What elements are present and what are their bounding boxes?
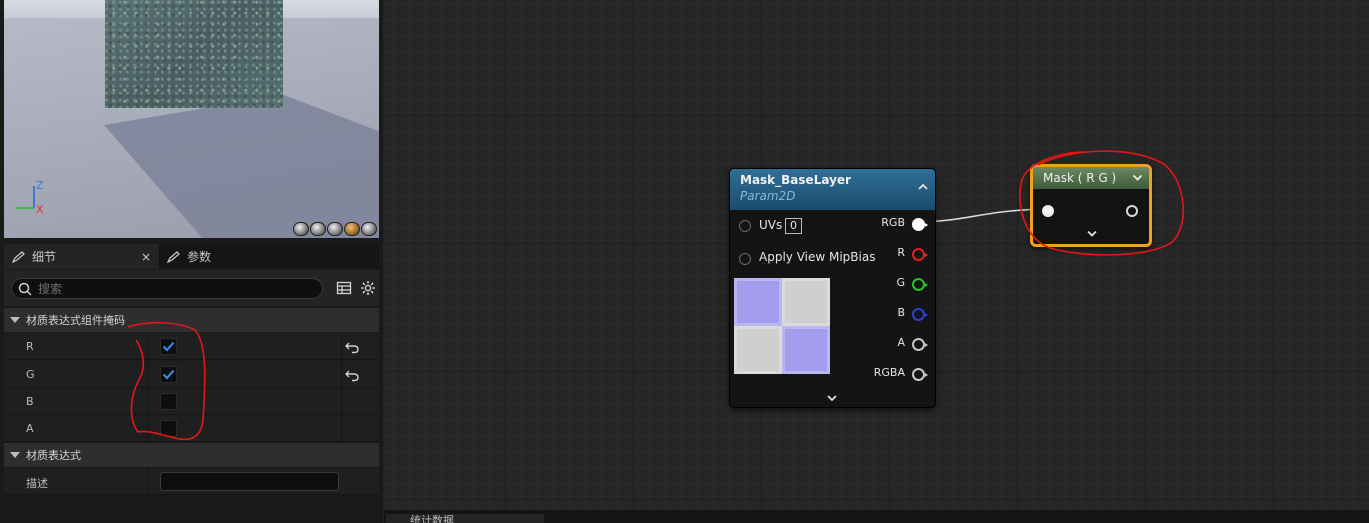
- stats-tab[interactable]: 统计数据: [386, 514, 544, 523]
- prop-name: R: [26, 340, 34, 353]
- node-header: Mask ( R G ): [1033, 167, 1149, 189]
- search-icon: [18, 282, 32, 296]
- uvs-label: UVs: [759, 218, 783, 232]
- mipbias-input-pin[interactable]: [739, 253, 751, 265]
- out-r-label: R: [897, 246, 905, 259]
- preview-shape-buttons: [293, 222, 377, 236]
- out-g-pin[interactable]: [912, 278, 928, 291]
- section-title: 材质表达式: [26, 449, 81, 462]
- close-icon[interactable]: ×: [141, 250, 151, 264]
- out-b-pin[interactable]: [912, 308, 928, 321]
- material-preview-viewport[interactable]: Z X: [4, 0, 379, 238]
- gear-icon[interactable]: [360, 280, 376, 296]
- out-g-label: G: [896, 276, 905, 289]
- search-row: [4, 270, 379, 306]
- pencil-icon: [167, 250, 180, 263]
- section-material-expression[interactable]: 材质表达式: [4, 443, 379, 467]
- checkmark-icon: [162, 369, 175, 380]
- tab-parameters-label: 参数: [187, 250, 212, 264]
- checkbox-g[interactable]: [160, 366, 177, 383]
- section-title: 材质表达式组件掩码: [26, 314, 125, 327]
- uvs-value[interactable]: 0: [785, 218, 802, 234]
- preview-cube: [105, 0, 283, 108]
- out-b-label: B: [897, 306, 905, 319]
- out-a-pin[interactable]: [912, 338, 928, 351]
- out-r-pin[interactable]: [912, 248, 928, 261]
- prop-name: B: [26, 395, 34, 408]
- checkbox-b[interactable]: [160, 393, 177, 410]
- out-rgb-label: RGB: [881, 216, 905, 229]
- node-subtitle: Param2D: [740, 189, 796, 203]
- mask-row-g: G: [4, 361, 379, 388]
- pencil-icon: [12, 250, 25, 263]
- out-rgb-pin[interactable]: [912, 218, 928, 231]
- description-field[interactable]: [160, 472, 339, 491]
- search-input[interactable]: [38, 281, 298, 296]
- component-mask-node[interactable]: Mask ( R G ): [1030, 164, 1152, 247]
- checkmark-icon: [162, 341, 175, 352]
- mask-row-r: R: [4, 333, 379, 360]
- node-header: Mask_BaseLayer Param2D: [730, 169, 935, 210]
- reset-arrow-icon[interactable]: [344, 340, 360, 354]
- preview-cylinder-button[interactable]: [293, 222, 309, 236]
- section-component-mask[interactable]: 材质表达式组件掩码: [4, 308, 379, 332]
- desc-row: 描述: [4, 468, 379, 495]
- bottom-bar: 统计数据: [384, 510, 1369, 523]
- texture-sample-node[interactable]: Mask_BaseLayer Param2D UVs 0 Apply View …: [729, 168, 936, 408]
- checkbox-a[interactable]: [160, 420, 177, 437]
- node-title: Mask ( R G ): [1043, 171, 1117, 185]
- search-box[interactable]: [11, 278, 323, 299]
- mask-row-a: A: [4, 415, 379, 442]
- collapse-triangle-icon: [10, 317, 20, 323]
- node-title: Mask_BaseLayer: [740, 173, 851, 187]
- panel-tabs: 细节 × 参数: [4, 244, 379, 269]
- preview-sphere-button[interactable]: [310, 222, 326, 236]
- tab-parameters[interactable]: 参数: [159, 244, 219, 269]
- table-view-icon[interactable]: [336, 280, 352, 296]
- chevron-up-icon[interactable]: [917, 182, 929, 192]
- out-rgba-label: RGBA: [873, 366, 905, 379]
- axis-gizmo-icon: Z X: [16, 179, 44, 216]
- material-graph[interactable]: Mask_BaseLayer Param2D UVs 0 Apply View …: [384, 0, 1369, 510]
- mipbias-label: Apply View MipBias: [759, 250, 876, 264]
- preview-plane-button[interactable]: [327, 222, 343, 236]
- axis-x-label: X: [36, 203, 44, 216]
- checkbox-r[interactable]: [160, 338, 177, 355]
- material-editor: Z X 细节 × 参数 搜索 材质表达式组件掩码 R G B A 材质表达式 描…: [0, 0, 1369, 523]
- texture-thumbnail: [734, 278, 830, 374]
- left-panel: Z X 细节 × 参数 搜索 材质表达式组件掩码 R G B A 材质表达式 描…: [0, 0, 383, 523]
- chevron-down-icon[interactable]: [1132, 173, 1143, 182]
- chevron-down-icon[interactable]: [826, 393, 838, 403]
- out-a-label: A: [897, 336, 905, 349]
- prop-name: A: [26, 422, 34, 435]
- prop-name: 描述: [26, 477, 48, 490]
- tab-details-label: 细节: [32, 250, 57, 264]
- prop-name: G: [26, 368, 35, 381]
- preview-mesh-button[interactable]: [361, 222, 377, 236]
- axis-z-label: Z: [36, 179, 44, 192]
- mask-output-pin[interactable]: [1126, 205, 1138, 217]
- chevron-down-icon[interactable]: [1086, 229, 1098, 238]
- preview-cube-button[interactable]: [344, 222, 360, 236]
- uvs-input-pin[interactable]: [739, 220, 751, 232]
- tab-details[interactable]: 细节 ×: [4, 244, 159, 269]
- stats-tab-label: 统计数据: [410, 514, 454, 523]
- reset-arrow-icon[interactable]: [344, 368, 360, 382]
- mask-input-pin[interactable]: [1042, 205, 1054, 217]
- out-rgba-pin[interactable]: [912, 368, 928, 381]
- collapse-triangle-icon: [10, 452, 20, 458]
- mask-row-b: B: [4, 388, 379, 415]
